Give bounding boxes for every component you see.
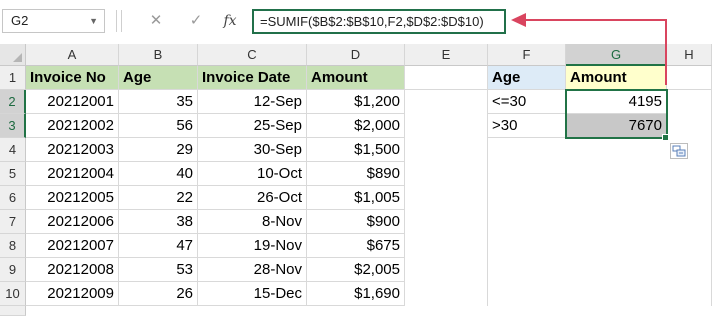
formula-bar: G2 ▼ ✕ ✓ fx =SUMIF($B$2:$B$10,F2,$D$2:$D… — [0, 0, 712, 44]
row-header-10[interactable]: 10 — [0, 282, 26, 306]
name-box-dropdown-icon[interactable]: ▼ — [89, 10, 98, 32]
column-header-a[interactable]: A — [26, 44, 119, 66]
cell-invoice[interactable]: 20212005 — [26, 186, 119, 210]
empty-column-h[interactable] — [667, 90, 712, 306]
cell-amount[interactable]: $1,690 — [307, 282, 405, 306]
formula-bar-divider — [116, 10, 117, 32]
row-header-6[interactable]: 6 — [0, 186, 26, 210]
column-header-d[interactable]: D — [307, 44, 405, 66]
cell-amount[interactable]: $1,005 — [307, 186, 405, 210]
cell-b1[interactable]: Age — [119, 66, 198, 90]
cell-f2[interactable]: <=30 — [488, 90, 566, 114]
cell-age[interactable]: 53 — [119, 258, 198, 282]
row-header-2[interactable]: 2 — [0, 90, 26, 114]
row-header-9[interactable]: 9 — [0, 258, 26, 282]
paste-options-button[interactable] — [670, 143, 688, 159]
cell-age[interactable]: 29 — [119, 138, 198, 162]
cell-age[interactable]: 26 — [119, 282, 198, 306]
cell-date[interactable]: 8-Nov — [198, 210, 307, 234]
cell-date[interactable]: 15-Dec — [198, 282, 307, 306]
enter-icon[interactable]: ✓ — [184, 9, 208, 33]
cell-h1[interactable] — [667, 66, 712, 90]
cell-invoice[interactable]: 20212002 — [26, 114, 119, 138]
cell-f1[interactable]: Age — [488, 66, 566, 90]
cell-a1[interactable]: Invoice No — [26, 66, 119, 90]
cell-age[interactable]: 56 — [119, 114, 198, 138]
column-header-e[interactable]: E — [405, 44, 488, 66]
cell-d1[interactable]: Amount — [307, 66, 405, 90]
cell-date[interactable]: 26-Oct — [198, 186, 307, 210]
insert-function-icon[interactable]: fx — [218, 9, 242, 33]
cell-date[interactable]: 12-Sep — [198, 90, 307, 114]
name-box[interactable]: G2 ▼ — [2, 9, 105, 33]
cell-invoice[interactable]: 20212001 — [26, 90, 119, 114]
select-all-button[interactable] — [0, 44, 26, 66]
row-header-11[interactable] — [0, 306, 26, 316]
cell-f3[interactable]: >30 — [488, 114, 566, 138]
cell-c1[interactable]: Invoice Date — [198, 66, 307, 90]
column-header-f[interactable]: F — [488, 44, 566, 66]
row-header-8[interactable]: 8 — [0, 234, 26, 258]
cell-age[interactable]: 35 — [119, 90, 198, 114]
cell-g2[interactable]: 4195 — [566, 90, 667, 114]
cell-amount[interactable]: $2,005 — [307, 258, 405, 282]
cell-amount[interactable]: $900 — [307, 210, 405, 234]
cell-age[interactable]: 38 — [119, 210, 198, 234]
cancel-icon[interactable]: ✕ — [144, 9, 168, 33]
column-header-g[interactable]: G — [566, 44, 667, 66]
row-header-4[interactable]: 4 — [0, 138, 26, 162]
cell-date[interactable]: 30-Sep — [198, 138, 307, 162]
paste-options-icon — [672, 145, 686, 157]
row-header-5[interactable]: 5 — [0, 162, 26, 186]
row-header-3[interactable]: 3 — [0, 114, 26, 138]
cell-date[interactable]: 25-Sep — [198, 114, 307, 138]
cell-invoice[interactable]: 20212008 — [26, 258, 119, 282]
empty-column-e[interactable] — [405, 90, 488, 306]
cell-invoice[interactable]: 20212006 — [26, 210, 119, 234]
row-header-7[interactable]: 7 — [0, 210, 26, 234]
name-box-value: G2 — [11, 13, 29, 28]
cell-amount[interactable]: $675 — [307, 234, 405, 258]
column-header-h[interactable]: H — [667, 44, 712, 66]
cell-amount[interactable]: $1,200 — [307, 90, 405, 114]
cell-e1[interactable] — [405, 66, 488, 90]
cell-age[interactable]: 47 — [119, 234, 198, 258]
cell-age[interactable]: 22 — [119, 186, 198, 210]
cell-g3[interactable]: 7670 — [566, 114, 667, 138]
cell-amount[interactable]: $890 — [307, 162, 405, 186]
column-header-b[interactable]: B — [119, 44, 198, 66]
cell-invoice[interactable]: 20212009 — [26, 282, 119, 306]
cell-invoice[interactable]: 20212004 — [26, 162, 119, 186]
cell-amount[interactable]: $1,500 — [307, 138, 405, 162]
cell-age[interactable]: 40 — [119, 162, 198, 186]
cell-invoice[interactable]: 20212003 — [26, 138, 119, 162]
cell-date[interactable]: 19-Nov — [198, 234, 307, 258]
cell-date[interactable]: 10-Oct — [198, 162, 307, 186]
cell-amount[interactable]: $2,000 — [307, 114, 405, 138]
cell-invoice[interactable]: 20212007 — [26, 234, 119, 258]
formula-bar-divider — [121, 10, 122, 32]
row-header-1[interactable]: 1 — [0, 66, 26, 90]
column-header-c[interactable]: C — [198, 44, 307, 66]
select-all-icon — [13, 53, 22, 62]
cell-date[interactable]: 28-Nov — [198, 258, 307, 282]
cell-g1[interactable]: Amount — [566, 66, 667, 90]
formula-input[interactable]: =SUMIF($B$2:$B$10,F2,$D$2:$D$10) — [252, 9, 506, 34]
fill-handle[interactable] — [662, 134, 669, 141]
